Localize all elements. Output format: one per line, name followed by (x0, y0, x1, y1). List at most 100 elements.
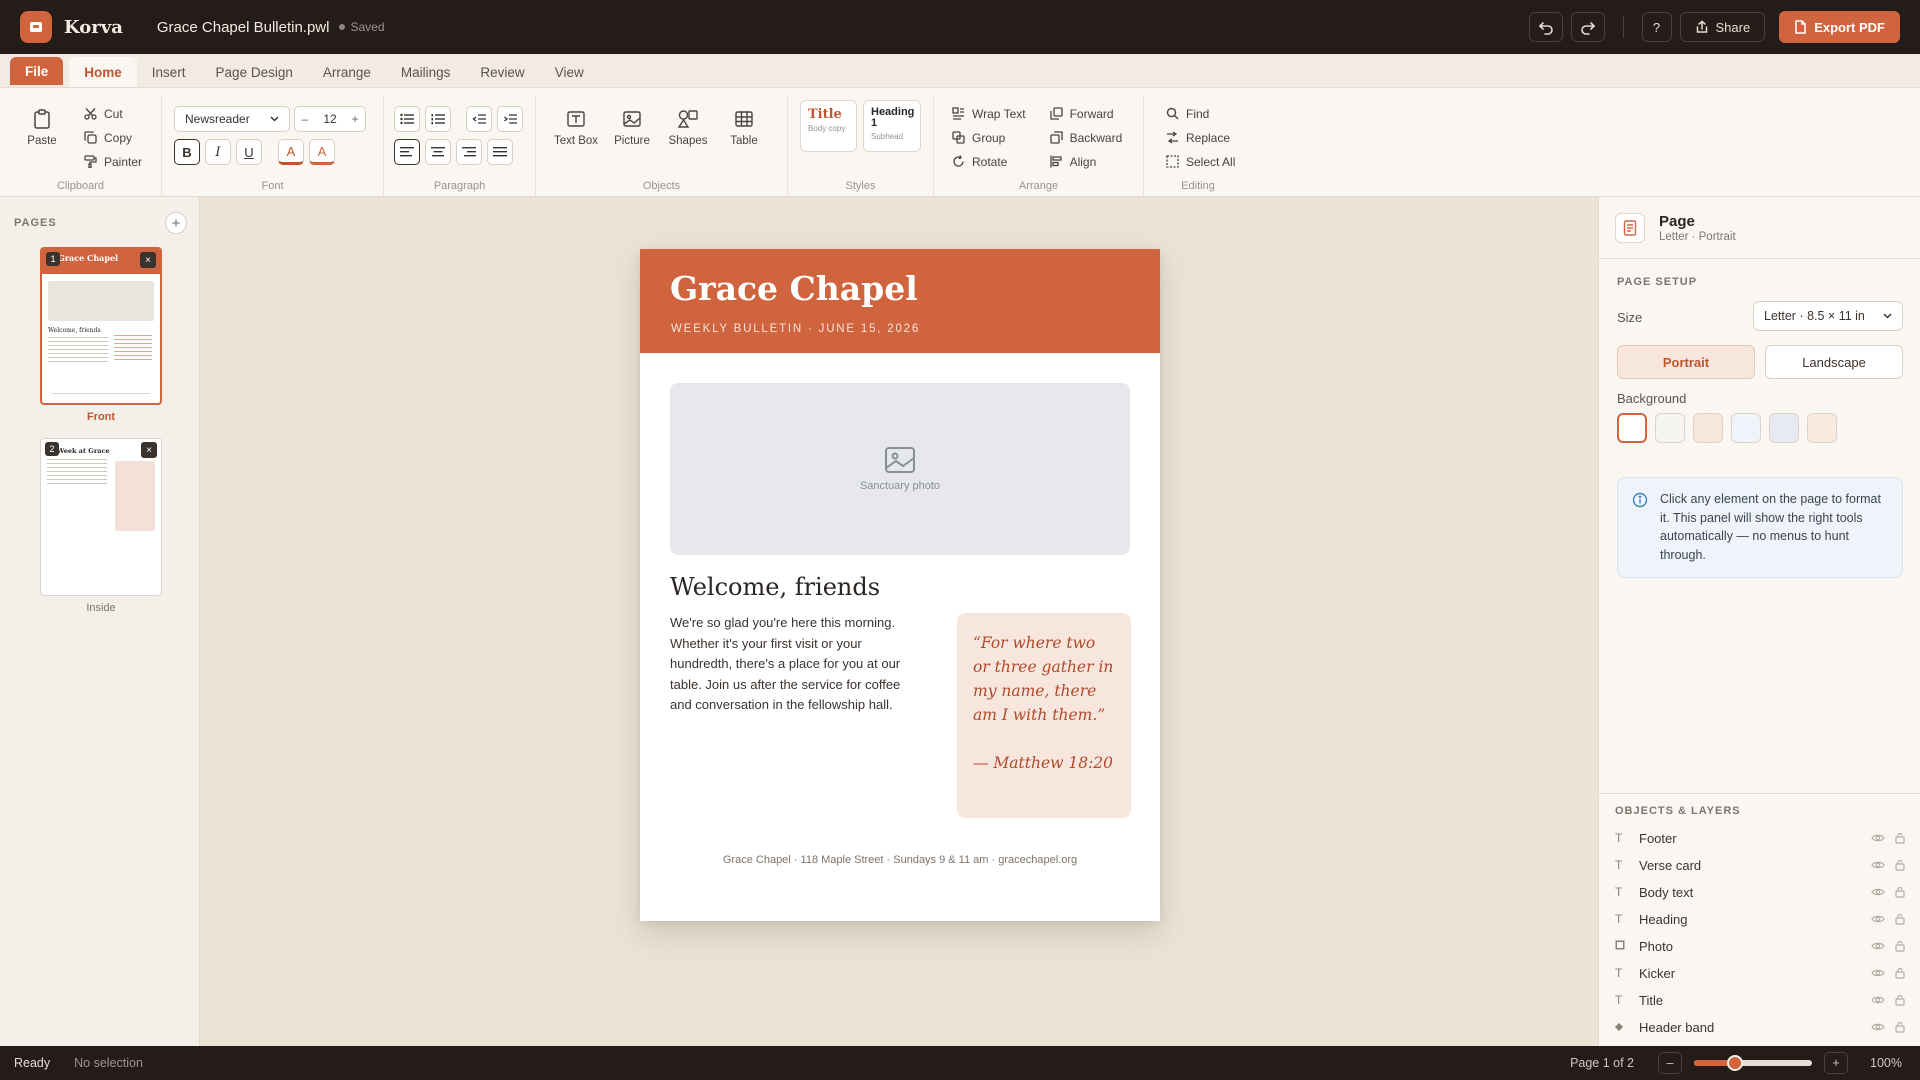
replace-button[interactable]: Replace (1166, 128, 1235, 147)
align-left-button[interactable] (394, 139, 420, 165)
background-swatch[interactable] (1693, 413, 1723, 443)
tab-page-design[interactable]: Page Design (201, 57, 308, 87)
sanctuary-photo[interactable]: Sanctuary photo (670, 383, 1130, 555)
increase-indent-button[interactable] (497, 106, 523, 132)
justify-button[interactable] (487, 139, 513, 165)
background-swatch[interactable] (1807, 413, 1837, 443)
page-front[interactable]: Grace Chapel WEEKLY BULLETIN · JUNE 15, … (640, 249, 1160, 921)
layer-row[interactable]: Header band (1615, 1016, 1905, 1038)
landscape-button[interactable]: Landscape (1765, 345, 1903, 379)
footer[interactable]: Grace Chapel · 118 Maple Street · Sunday… (640, 854, 1160, 866)
tab-view[interactable]: View (540, 57, 599, 87)
format-painter-button[interactable]: Painter (84, 152, 142, 171)
heading[interactable]: Welcome, friends (670, 573, 880, 601)
page-size-select[interactable]: Letter · 8.5 × 11 in (1753, 301, 1903, 331)
document-name[interactable]: Grace Chapel Bulletin.pwl (157, 19, 330, 36)
font-color-button[interactable]: A (278, 139, 304, 165)
help-button[interactable]: ? (1641, 12, 1672, 42)
eye-icon[interactable] (1871, 941, 1885, 951)
align-right-button[interactable] (456, 139, 482, 165)
send-backward-button[interactable]: Backward (1049, 128, 1122, 147)
app-logo-icon[interactable] (20, 11, 52, 43)
zoom-out-button[interactable]: – (1658, 1052, 1683, 1074)
layer-row[interactable]: T Title (1615, 989, 1905, 1011)
background-swatch[interactable] (1655, 413, 1685, 443)
export-pdf-button[interactable]: Export PDF (1779, 11, 1900, 43)
verse-card[interactable]: “For where two or three gather in my nam… (957, 613, 1131, 818)
eye-icon[interactable] (1871, 914, 1885, 924)
font-size-value[interactable]: 12 (323, 112, 336, 126)
page-thumbnail-inside[interactable]: Week at Grace 2 × (40, 438, 162, 596)
underline-button[interactable]: U (236, 139, 262, 165)
bring-forward-button[interactable]: Forward (1049, 104, 1123, 123)
numbered-list-button[interactable] (424, 106, 451, 132)
find-button[interactable]: Find (1166, 104, 1235, 123)
cut-button[interactable]: Cut (84, 104, 142, 123)
zoom-handle[interactable] (1727, 1055, 1744, 1071)
italic-button[interactable]: I (205, 139, 231, 165)
highlight-color-button[interactable]: A (309, 139, 335, 165)
eye-icon[interactable] (1871, 995, 1885, 1005)
layer-row[interactable]: Photo (1615, 935, 1905, 957)
zoom-slider[interactable] (1694, 1055, 1813, 1071)
tab-arrange[interactable]: Arrange (308, 57, 386, 87)
tab-review[interactable]: Review (465, 57, 539, 87)
add-page-button[interactable]: + (165, 212, 187, 234)
style-title-card[interactable]: Title Body copy (800, 100, 857, 152)
share-button[interactable]: Share (1679, 12, 1766, 42)
zoom-in-button[interactable]: + (1824, 1052, 1849, 1074)
lock-icon[interactable] (1895, 1021, 1905, 1033)
background-swatch[interactable] (1731, 413, 1761, 443)
bullet-list-button[interactable] (394, 106, 420, 132)
tab-mailings[interactable]: Mailings (386, 57, 466, 87)
eye-icon[interactable] (1871, 1022, 1885, 1032)
document-canvas[interactable]: Grace Chapel WEEKLY BULLETIN · JUNE 15, … (201, 197, 1598, 1046)
eye-icon[interactable] (1871, 860, 1885, 870)
redo-button[interactable] (1570, 12, 1605, 42)
portrait-button[interactable]: Portrait (1617, 345, 1755, 379)
zoom-level[interactable]: 100% (1870, 1056, 1902, 1070)
lock-icon[interactable] (1895, 967, 1905, 979)
tab-file[interactable]: File (10, 57, 64, 85)
background-swatch[interactable] (1769, 413, 1799, 443)
delete-page-button[interactable]: × (141, 442, 157, 458)
delete-page-button[interactable]: × (140, 252, 156, 268)
font-family-select[interactable]: Newsreader (174, 106, 290, 132)
eye-icon[interactable] (1871, 887, 1885, 897)
copy-button[interactable]: Copy (84, 128, 142, 147)
layer-row[interactable]: T Footer (1615, 827, 1905, 849)
eye-icon[interactable] (1871, 968, 1885, 978)
layer-row[interactable]: T Verse card (1615, 854, 1905, 876)
layer-row[interactable]: T Kicker (1615, 962, 1905, 984)
font-size-stepper[interactable]: – 12 + (294, 106, 366, 132)
page-thumbnail-front[interactable]: Grace Chapel Welcome, friends 1 × (40, 247, 162, 405)
eye-icon[interactable] (1871, 833, 1885, 843)
undo-button[interactable] (1528, 12, 1563, 42)
align-button[interactable]: Align (1049, 152, 1123, 171)
bold-button[interactable]: B (174, 139, 200, 165)
kicker[interactable]: WEEKLY BULLETIN · JUNE 15, 2026 (671, 323, 920, 335)
group-button[interactable]: Group (952, 128, 1026, 147)
decrease-indent-button[interactable] (466, 106, 493, 132)
select-all-button[interactable]: Select All (1166, 152, 1235, 171)
page-title[interactable]: Grace Chapel (670, 269, 918, 308)
layer-row[interactable]: T Heading (1615, 908, 1905, 930)
lock-icon[interactable] (1895, 886, 1905, 898)
header-band[interactable]: Grace Chapel WEEKLY BULLETIN · JUNE 15, … (640, 249, 1160, 353)
style-heading-card[interactable]: Heading 1 Subhead (863, 100, 921, 152)
tab-insert[interactable]: Insert (137, 57, 201, 87)
lock-icon[interactable] (1895, 940, 1905, 952)
lock-icon[interactable] (1895, 913, 1905, 925)
lock-icon[interactable] (1895, 832, 1905, 844)
tab-home[interactable]: Home (69, 57, 137, 87)
lock-icon[interactable] (1895, 859, 1905, 871)
align-center-button[interactable] (425, 139, 451, 165)
background-swatch[interactable] (1617, 413, 1647, 443)
rotate-button[interactable]: Rotate (952, 152, 1026, 171)
font-size-decrease-button[interactable]: – (295, 112, 315, 126)
body-text[interactable]: We're so glad you're here this morning. … (670, 613, 925, 716)
layer-row[interactable]: T Body text (1615, 881, 1905, 903)
font-size-increase-button[interactable]: + (345, 112, 365, 126)
lock-icon[interactable] (1895, 994, 1905, 1006)
wrap-text-button[interactable]: Wrap Text (952, 104, 1026, 123)
